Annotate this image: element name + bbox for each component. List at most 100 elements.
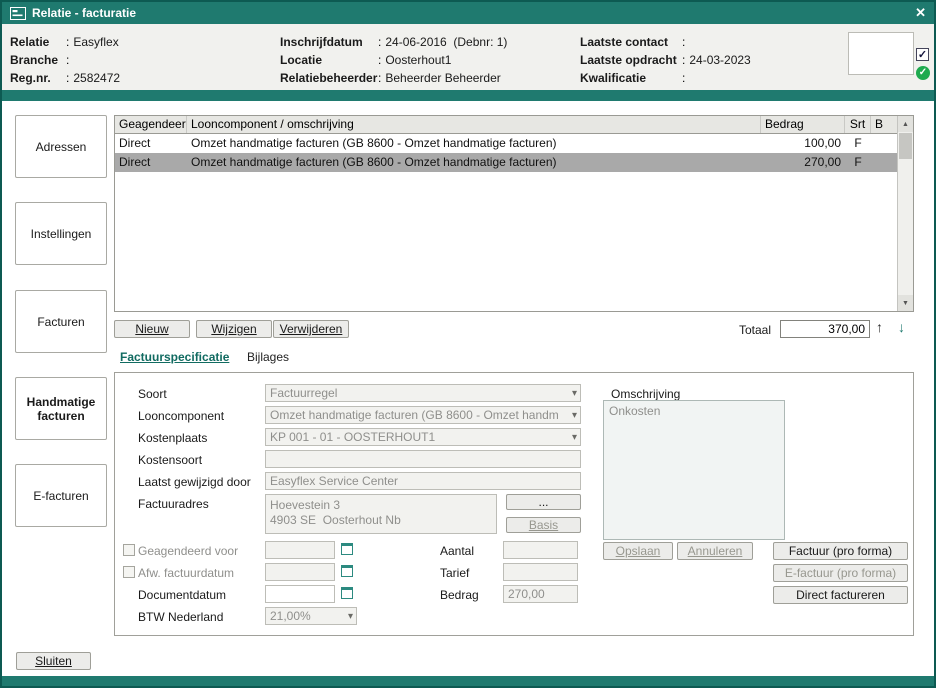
wijzigen-button[interactable]: Wijzigen <box>196 320 272 338</box>
photo-placeholder <box>848 32 914 75</box>
column-header-bedrag[interactable]: Bedrag <box>761 116 845 133</box>
geagendeerd-voor-label: Geagendeerd voor <box>138 544 238 558</box>
column-header-looncomponent[interactable]: Looncomponent / omschrijving <box>187 116 761 133</box>
laatste-opdracht-value: 24-03-2023 <box>689 51 750 69</box>
bedrag-field[interactable]: 270,00 <box>503 585 578 603</box>
factuuradres-field[interactable]: Hoevestein 3 4903 SE Oosterhout Nb <box>265 494 497 534</box>
sidebar-item-handmatige-facturen[interactable]: Handmatige facturen <box>15 377 107 440</box>
documentdatum-field[interactable] <box>265 585 335 603</box>
cell-geagendeerd: Direct <box>115 134 187 153</box>
tab-factuurspecificatie[interactable]: Factuurspecificatie <box>120 350 229 364</box>
status-ok-icon: ✓ <box>916 66 930 80</box>
afw-factuurdatum-field[interactable] <box>265 563 335 581</box>
totaal-value-field[interactable]: 370,00 <box>780 320 870 338</box>
tarief-field[interactable] <box>503 563 578 581</box>
kwalificatie-label: Kwalificatie <box>580 69 682 87</box>
laatst-gewijzigd-field[interactable]: Easyflex Service Center <box>265 472 581 490</box>
kostenplaats-label: Kostenplaats <box>138 431 207 445</box>
btw-label: BTW Nederland <box>138 610 223 624</box>
annuleren-button[interactable]: Annuleren <box>677 542 753 560</box>
close-icon[interactable]: ✕ <box>915 5 926 21</box>
kostensoort-label: Kostensoort <box>138 453 202 467</box>
geagendeerd-voor-field[interactable] <box>265 541 335 559</box>
chevron-down-icon: ▾ <box>348 609 353 625</box>
table-row[interactable]: Direct Omzet handmatige facturen (GB 860… <box>115 134 897 153</box>
relatie-label: Relatie <box>10 33 66 51</box>
direct-factureren-button[interactable]: Direct factureren <box>773 586 908 604</box>
verwijderen-button[interactable]: Verwijderen <box>273 320 349 338</box>
calendar-icon[interactable] <box>341 543 353 555</box>
cell-srt: F <box>845 153 871 172</box>
header-checkbox[interactable]: ✓ <box>916 48 929 61</box>
aantal-field[interactable] <box>503 541 578 559</box>
main-content: Adressen Instellingen Facturen Handmatig… <box>2 101 934 676</box>
column-header-srt[interactable]: Srt <box>845 116 871 133</box>
calendar-icon[interactable] <box>341 565 353 577</box>
omschrijving-label: Omschrijving <box>611 387 680 401</box>
kostensoort-field[interactable] <box>265 450 581 468</box>
branche-label: Branche <box>10 51 66 69</box>
sidebar-item-instellingen[interactable]: Instellingen <box>15 202 107 265</box>
sluiten-button[interactable]: Sluiten <box>16 652 91 670</box>
geagendeerd-voor-checkbox[interactable] <box>123 544 135 556</box>
regnr-value: 2582472 <box>73 69 120 87</box>
header-col-left: Relatie:Easyflex Branche: Reg.nr.:258247… <box>10 33 120 87</box>
invoice-lines-table: Geagendeerd Looncomponent / omschrijving… <box>114 115 914 312</box>
e-factuur-pro-forma-button[interactable]: E-factuur (pro forma) <box>773 564 908 582</box>
cell-geagendeerd: Direct <box>115 153 187 172</box>
table-scrollbar[interactable]: ▲ ▼ <box>897 116 913 311</box>
cell-b <box>871 153 897 172</box>
btw-value: 21,00% <box>270 609 311 623</box>
relatie-facturatie-window: Relatie - facturatie ✕ Relatie:Easyflex … <box>0 0 936 688</box>
colon: : <box>66 51 73 69</box>
looncomponent-value: Omzet handmatige facturen (GB 8600 - Omz… <box>270 408 559 422</box>
header-col-middle: Inschrijfdatum:24-06-2016 (Debnr: 1) Loc… <box>280 33 507 87</box>
regnr-label: Reg.nr. <box>10 69 66 87</box>
factuuradres-more-button[interactable]: ... <box>506 494 581 510</box>
relatiebeheerder-label: Relatiebeheerder <box>280 69 378 87</box>
afw-factuurdatum-label: Afw. factuurdatum <box>138 566 234 580</box>
basis-button[interactable]: Basis <box>506 517 581 533</box>
totaal-label: Totaal <box>739 323 771 337</box>
scrollbar-thumb[interactable] <box>899 133 912 159</box>
chevron-down-icon: ▾ <box>572 408 577 424</box>
opslaan-button[interactable]: Opslaan <box>603 542 673 560</box>
omschrijving-textarea[interactable]: Onkosten <box>603 400 785 540</box>
move-up-icon[interactable]: ↑ <box>876 319 883 335</box>
bottom-band <box>2 676 934 686</box>
cell-srt: F <box>845 134 871 153</box>
calendar-icon[interactable] <box>341 587 353 599</box>
relatiebeheerder-value: Beheerder Beheerder <box>385 69 500 87</box>
kostenplaats-select[interactable]: KP 001 - 01 - OOSTERHOUT1▾ <box>265 428 581 446</box>
sidebar-item-e-facturen[interactable]: E-facturen <box>15 464 107 527</box>
colon: : <box>682 33 689 51</box>
scroll-down-icon[interactable]: ▼ <box>898 295 913 311</box>
table-row-selected[interactable]: Direct Omzet handmatige facturen (GB 860… <box>115 153 897 172</box>
tab-bijlages[interactable]: Bijlages <box>247 350 289 364</box>
locatie-value: Oosterhout1 <box>385 51 451 69</box>
looncomponent-label: Looncomponent <box>138 409 224 423</box>
looncomponent-select[interactable]: Omzet handmatige facturen (GB 8600 - Omz… <box>265 406 581 424</box>
relation-header: Relatie:Easyflex Branche: Reg.nr.:258247… <box>2 24 934 90</box>
column-header-b[interactable]: B <box>871 116 897 133</box>
sidebar-item-adressen[interactable]: Adressen <box>15 115 107 178</box>
colon: : <box>66 33 73 51</box>
factuur-pro-forma-button[interactable]: Factuur (pro forma) <box>773 542 908 560</box>
kostenplaats-value: KP 001 - 01 - OOSTERHOUT1 <box>270 430 435 444</box>
laatste-contact-label: Laatste contact <box>580 33 682 51</box>
chevron-down-icon: ▾ <box>572 386 577 402</box>
move-down-icon[interactable]: ↓ <box>898 319 905 335</box>
table-header-row: Geagendeerd Looncomponent / omschrijving… <box>115 116 897 134</box>
afw-factuurdatum-checkbox[interactable] <box>123 566 135 578</box>
soort-label: Soort <box>138 387 167 401</box>
nieuw-button[interactable]: Nieuw <box>114 320 190 338</box>
column-header-geagendeerd[interactable]: Geagendeerd <box>115 116 187 133</box>
title-bar: Relatie - facturatie ✕ <box>2 2 934 24</box>
soort-select[interactable]: Factuurregel▾ <box>265 384 581 402</box>
scroll-up-icon[interactable]: ▲ <box>898 116 913 132</box>
btw-select[interactable]: 21,00% ▾ <box>265 607 357 625</box>
colon: : <box>66 69 73 87</box>
laatst-gewijzigd-label: Laatst gewijzigd door <box>138 475 251 489</box>
sidebar-item-facturen[interactable]: Facturen <box>15 290 107 353</box>
factuurspecificatie-panel: Soort Factuurregel▾ Looncomponent Omzet … <box>114 372 914 636</box>
